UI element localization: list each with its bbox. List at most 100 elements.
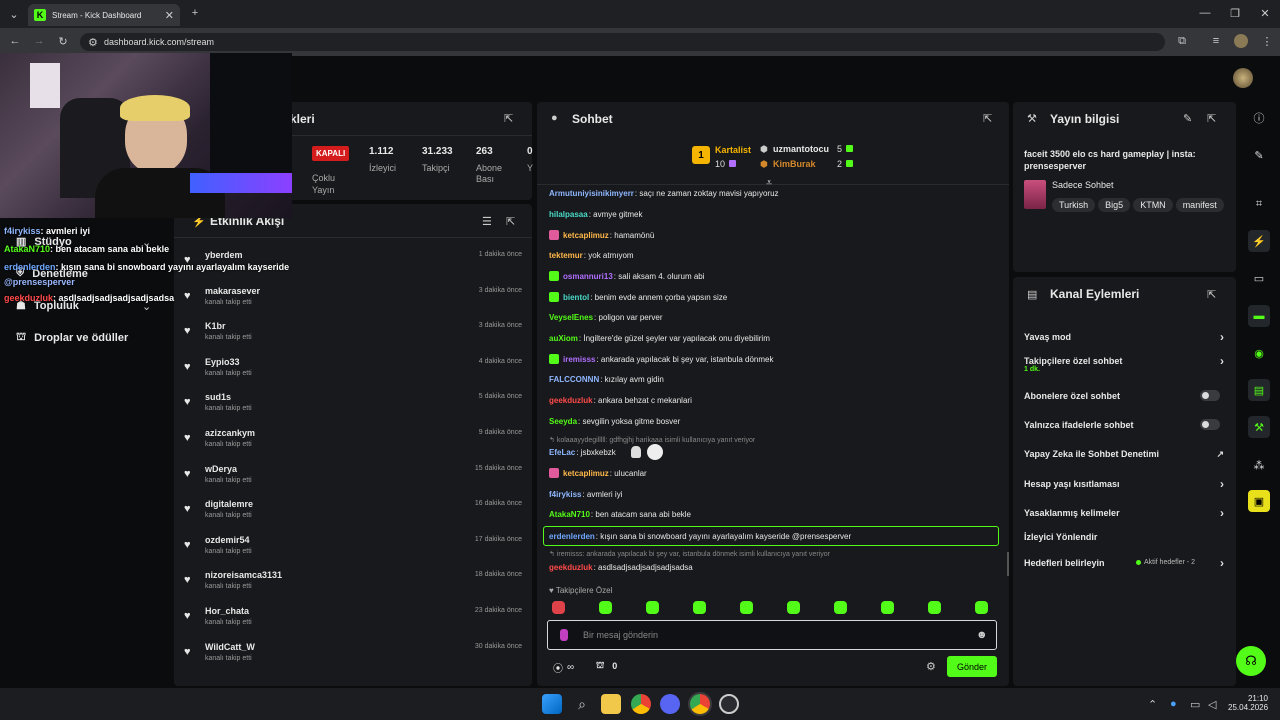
media-icon[interactable]: ≡	[1209, 34, 1223, 48]
chat-scrollbar[interactable]	[1007, 552, 1009, 576]
popout-icon[interactable]: ⇱	[1207, 112, 1216, 125]
extensions-icon[interactable]: ⧉	[1175, 34, 1189, 48]
popout-icon[interactable]: ⇱	[983, 112, 992, 125]
activity-username[interactable]: WildCatt_W	[205, 642, 255, 652]
activity-item[interactable]: ♥ WildCatt_W kanalı takip etti 30 dakika…	[184, 641, 522, 675]
chat-username[interactable]: iremisss	[563, 355, 595, 364]
clock[interactable]: 21:10 25.04.2026	[1228, 694, 1268, 712]
activity-username[interactable]: Hor_chata	[205, 606, 249, 616]
activity-username[interactable]: wDerya	[205, 464, 237, 474]
chat-message[interactable]: AtakaN710: ben atacam sana abi bekle	[549, 507, 691, 521]
channel-action-item[interactable]: Yasaklanmış kelimeler ›	[1024, 506, 1224, 520]
toggle-switch[interactable]	[1200, 390, 1220, 401]
menu-icon[interactable]: ⋮	[1260, 34, 1274, 48]
chat-message[interactable]: ketcaplimuz: ulucanlar	[549, 466, 647, 480]
points-display[interactable]: ⦿ ∞	[553, 660, 574, 675]
activity-item[interactable]: ♥ Eypio33 kanalı takip etti 4 dakika önc…	[184, 356, 522, 390]
chat-username[interactable]: AtakaN710	[549, 510, 590, 519]
activity-username[interactable]: azizcankym	[205, 428, 255, 438]
wrench-rail-icon[interactable]: ⚒	[1248, 416, 1270, 438]
activity-username[interactable]: sud1s	[205, 392, 231, 402]
category-name[interactable]: Sadece Sohbet	[1052, 180, 1114, 190]
chat-username[interactable]: Armutuniyisinikimyerr	[549, 189, 634, 198]
activity-item[interactable]: ♥ Hor_chata kanalı takip etti 23 dakika …	[184, 605, 522, 639]
emote-icon[interactable]	[928, 601, 941, 614]
activity-item[interactable]: ♥ K1br kanalı takip etti 3 dakika önce	[184, 320, 522, 354]
chat-message[interactable]: osmannuri13: sali aksam 4. olurum abi	[549, 269, 705, 283]
activity-item[interactable]: ♥ sud1s kanalı takip etti 5 dakika önce	[184, 391, 522, 425]
clip-icon[interactable]: ▣	[1248, 490, 1270, 512]
stats-rail-icon[interactable]: ▤	[1248, 379, 1270, 401]
emote-icon[interactable]	[599, 601, 612, 614]
activity-item[interactable]: ♥ azizcankym kanalı takip etti 9 dakika …	[184, 427, 522, 461]
chat-username[interactable]: hilalpasaa	[549, 210, 588, 219]
emoji-icon[interactable]: ☻	[976, 629, 988, 641]
emote-icon[interactable]	[881, 601, 894, 614]
emote-icon[interactable]	[834, 601, 847, 614]
info-icon[interactable]: ⓘ	[1248, 107, 1270, 129]
chat-message[interactable]: geekduzluk: asdlsadjsadjsadjsadjsadsa	[549, 560, 693, 574]
leader-name[interactable]: KimBurak	[773, 159, 816, 169]
mic-tray-icon[interactable]: ●	[1170, 698, 1177, 710]
chat-message[interactable]: bientol: benim evde annem çorba yapsın s…	[549, 290, 727, 304]
reload-icon[interactable]: ↻	[56, 34, 70, 48]
activity-username[interactable]: ozdemir54	[205, 535, 250, 545]
channel-action-item[interactable]: Takipçilere özel sohbet 1 dk. ›	[1024, 354, 1224, 373]
tag[interactable]: Big5	[1098, 198, 1131, 212]
emote-icon[interactable]	[693, 601, 706, 614]
chat-username[interactable]: Seeyda	[549, 417, 577, 426]
search-icon[interactable]: ⌕	[572, 694, 592, 714]
chat-username[interactable]: bientol	[563, 293, 589, 302]
category-thumbnail[interactable]	[1024, 180, 1046, 209]
emote-icon[interactable]	[975, 601, 988, 614]
activity-username[interactable]: nizoreisamca3131	[205, 570, 282, 580]
tray-arrow-icon[interactable]: ⌃	[1148, 698, 1157, 711]
chat-username[interactable]: osmannuri13	[563, 272, 613, 281]
toggle-switch[interactable]	[1200, 419, 1220, 430]
chat-message[interactable]: VeyselEnes: poligon var perver	[549, 310, 663, 324]
mic-icon[interactable]	[560, 629, 568, 641]
chat-message[interactable]: tektemur: yok atmıyom	[549, 248, 634, 262]
chat-message[interactable]: iremisss: ankarada yapılacak bi şey var,…	[549, 352, 773, 366]
broadcast-icon[interactable]: ◉	[1248, 342, 1270, 364]
chat-input[interactable]: Bir mesaj gönderin ☻	[547, 620, 997, 650]
activity-username[interactable]: K1br	[205, 321, 226, 331]
chat-rail-icon[interactable]: ▬	[1248, 305, 1270, 327]
chat-username[interactable]: tektemur	[549, 251, 583, 260]
emote-icon[interactable]	[740, 601, 753, 614]
crop-icon[interactable]: ⌗	[1248, 193, 1270, 215]
activity-item[interactable]: ♥ digitalemre kanalı takip etti 16 dakik…	[184, 498, 522, 532]
activity-username[interactable]: digitalemre	[205, 499, 253, 509]
chat-username[interactable]: geekduzluk	[549, 563, 593, 572]
popout-icon[interactable]: ⇱	[1207, 288, 1216, 301]
chevron-right-icon[interactable]: ›	[1220, 330, 1224, 344]
popout-icon[interactable]: ⇱	[506, 215, 515, 228]
chat-message[interactable]: auXiom: İngiltere'de güzel şeyler var ya…	[549, 331, 770, 345]
activity-item[interactable]: ♥ nizoreisamca3131 kanalı takip etti 18 …	[184, 569, 522, 603]
chat-message[interactable]: Armutuniyisinikimyerr: saçı ne zaman zok…	[549, 186, 779, 200]
chat-message[interactable]: FALCCONNN: kızılay avm gidin	[549, 372, 664, 386]
start-icon[interactable]	[542, 694, 562, 714]
chat-username[interactable]: ketcaplimuz	[563, 469, 609, 478]
chrome-active-icon[interactable]	[690, 694, 710, 714]
minimize-icon[interactable]: —	[1198, 6, 1212, 20]
chat-username[interactable]: auXiom	[549, 334, 578, 343]
tag[interactable]: Turkish	[1052, 198, 1096, 212]
activity-rail-icon[interactable]: ⚡	[1248, 230, 1270, 252]
filter-icon[interactable]: ☰	[482, 215, 492, 228]
chat-message[interactable]: geekduzluk: ankara behzat c mekanlari	[549, 393, 692, 407]
sidebar-item-drops[interactable]: ⛫ Droplar ve ödüller	[16, 331, 128, 345]
activity-item[interactable]: ♥ ozdemir54 kanalı takip etti 17 dakika …	[184, 534, 522, 568]
channel-action-item[interactable]: Yalnızca ifadelerle sohbet	[1024, 419, 1224, 430]
maximize-icon[interactable]: ❐	[1228, 6, 1242, 20]
obs-icon[interactable]	[719, 694, 739, 714]
chat-message[interactable]: EfeLac: jsbxkebzk	[549, 445, 616, 459]
chrome-icon[interactable]	[631, 694, 651, 714]
close-window-icon[interactable]: ✕	[1258, 6, 1272, 20]
tag[interactable]: KTMN	[1133, 198, 1173, 212]
url-field[interactable]: ⚙ dashboard.kick.com/stream	[80, 33, 1165, 51]
chat-username[interactable]: EfeLac	[549, 448, 575, 457]
volume-icon[interactable]: ◁	[1208, 698, 1216, 711]
channel-action-item[interactable]: Abonelere özel sohbet	[1024, 390, 1224, 401]
document-icon[interactable]: ▭	[1248, 267, 1270, 289]
